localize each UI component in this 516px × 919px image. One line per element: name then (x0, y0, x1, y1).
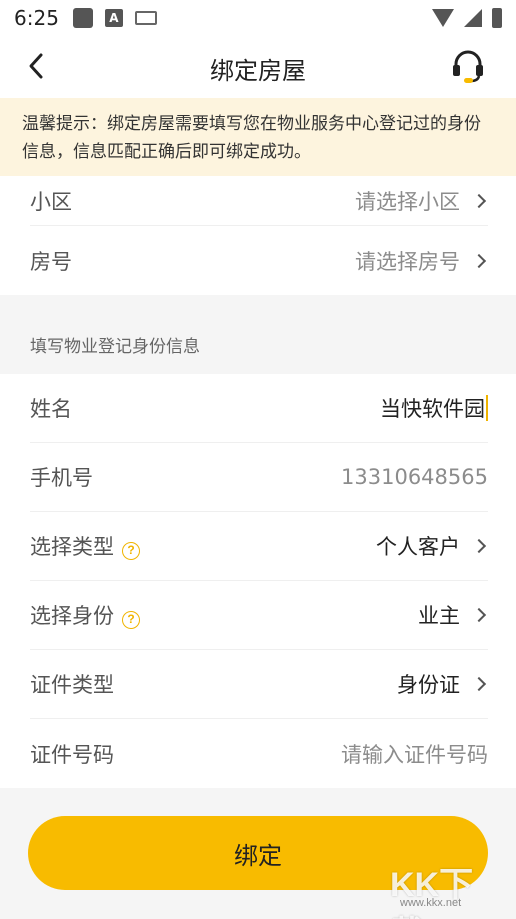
name-label: 姓名 (30, 397, 72, 421)
app-notification-icon (72, 8, 93, 28)
name-input[interactable]: 当快软件园 (380, 393, 488, 423)
id-number-input[interactable]: 请输入证件号码 (341, 739, 488, 769)
signal-icon (464, 9, 482, 27)
phone-row[interactable]: 手机号 13310648565 (30, 443, 488, 512)
id-type-value: 身份证 (397, 673, 460, 697)
room-label: 房号 (30, 249, 72, 274)
role-label: 选择身份? (30, 600, 140, 630)
phone-label: 手机号 (30, 466, 93, 490)
room-placeholder: 请选择房号 (355, 249, 460, 274)
type-select[interactable]: 个人客户 (376, 531, 488, 561)
nav-bar: 绑定房屋 (0, 36, 516, 98)
id-number-row[interactable]: 证件号码 请输入证件号码 (30, 719, 488, 788)
watermark-logo: KK下载 (390, 866, 474, 919)
help-icon[interactable]: ? (122, 542, 140, 560)
chevron-right-icon (471, 676, 487, 692)
room-select[interactable]: 请选择房号 (355, 246, 488, 276)
room-row[interactable]: 房号 请选择房号 (30, 226, 488, 295)
phone-value: 13310648565 (341, 465, 488, 489)
community-row[interactable]: 小区 请选择小区 (30, 176, 488, 226)
wifi-icon (432, 9, 454, 27)
page-title: 绑定房屋 (210, 57, 306, 85)
community-select[interactable]: 请选择小区 (355, 186, 488, 216)
type-row[interactable]: 选择类型? 个人客户 (30, 512, 488, 581)
notice-banner: 温馨提示：绑定房屋需要填写您在物业服务中心登记过的身份信息，信息匹配正确后即可绑… (0, 98, 516, 176)
type-label-text: 选择类型 (30, 535, 114, 559)
chevron-right-icon (471, 253, 487, 268)
house-card: 小区 请选择小区 房号 请选择房号 (0, 176, 516, 295)
id-type-row[interactable]: 证件类型 身份证 (30, 650, 488, 719)
status-time: 6:25 (14, 6, 59, 30)
id-type-label: 证件类型 (30, 673, 114, 697)
role-row[interactable]: 选择身份? 业主 (30, 581, 488, 650)
text-cursor (486, 395, 488, 421)
chevron-right-icon (471, 538, 487, 554)
role-label-text: 选择身份 (30, 604, 114, 628)
battery-icon (492, 8, 502, 28)
section-title: 填写物业登记身份信息 (30, 337, 200, 357)
status-right (432, 8, 502, 28)
type-label: 选择类型? (30, 531, 140, 561)
community-label: 小区 (30, 189, 72, 214)
role-select[interactable]: 业主 (418, 600, 488, 630)
name-row[interactable]: 姓名 当快软件园 (30, 374, 488, 443)
help-icon[interactable]: ? (122, 611, 140, 629)
keyboard-icon (134, 11, 157, 25)
id-number-label: 证件号码 (30, 742, 114, 767)
chevron-right-icon (471, 607, 487, 623)
watermark-url: www.kkx.net (400, 897, 462, 909)
watermark: KK下载 www.kkx.net (390, 857, 494, 919)
status-bar: 6:25 A (0, 0, 516, 36)
chevron-right-icon (471, 193, 487, 208)
name-value: 当快软件园 (380, 397, 485, 421)
id-type-select[interactable]: 身份证 (397, 669, 488, 699)
role-value: 业主 (418, 604, 460, 628)
a-notification-icon: A (104, 9, 123, 27)
type-value: 个人客户 (376, 535, 460, 559)
community-placeholder: 请选择小区 (355, 189, 460, 214)
headset-icon[interactable] (450, 48, 486, 84)
identity-card: 姓名 当快软件园 手机号 13310648565 选择类型? 个人客户 选择身份… (0, 374, 516, 788)
